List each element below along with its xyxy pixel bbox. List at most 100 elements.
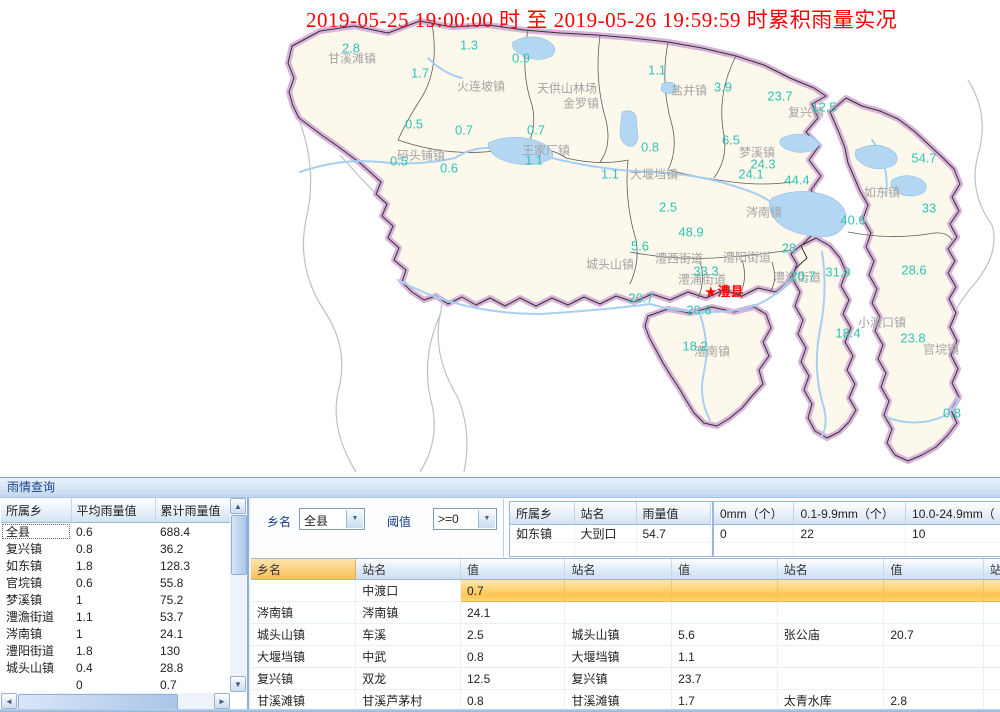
cell[interactable]: 涔南镇 [1,625,71,642]
cell[interactable]: 0.4 [71,659,155,676]
cell[interactable] [884,646,984,668]
column-header[interactable]: 站名 [574,502,636,525]
column-header[interactable]: 站名 [356,559,461,580]
scrollbar-thumb[interactable] [231,515,247,575]
table-row[interactable]: 城头山镇车溪2.5城头山镇5.6张公庙20.7 [251,624,1000,646]
cell[interactable] [884,668,984,690]
table-row[interactable]: 澧阳街道1.8130 [1,642,230,659]
scroll-right-icon[interactable]: ► [214,693,230,709]
table-row[interactable]: 复兴镇双龙12.5复兴镇23.7 [251,668,1000,690]
cell[interactable] [983,624,1000,646]
cell[interactable]: 1 [71,591,155,608]
column-header[interactable]: 站 [983,559,1000,580]
table-row[interactable]: 02210 [714,525,1000,543]
cell[interactable]: 中武 [356,646,461,668]
cell[interactable]: 0.7 [460,580,565,602]
cell[interactable]: 36.2 [155,540,230,557]
table-row[interactable]: 如东镇1.8128.3 [1,557,230,574]
column-header[interactable]: 值 [884,559,984,580]
table-row[interactable]: 如东镇大剅口54.7 [510,525,710,543]
cell[interactable]: 城头山镇 [1,659,71,676]
cell[interactable]: 大堰垱镇 [565,646,672,668]
cell[interactable] [672,602,778,624]
cell[interactable] [251,580,356,602]
cell[interactable]: 54.7 [636,525,710,543]
cell[interactable]: 0.8 [71,540,155,557]
cell[interactable]: 1 [71,625,155,642]
cell[interactable]: 城头山镇 [251,624,356,646]
cell[interactable]: 如东镇 [510,525,574,543]
cell[interactable]: 10 [906,525,1000,543]
cell[interactable] [983,668,1000,690]
column-header[interactable]: 值 [672,559,778,580]
cell[interactable] [983,602,1000,624]
cell[interactable] [574,543,636,558]
cell[interactable]: 24.1 [460,602,565,624]
cell[interactable]: 22 [794,525,906,543]
column-header[interactable]: 站名 [777,559,884,580]
chevron-down-icon[interactable]: ▼ [346,510,363,528]
table-row[interactable]: 全县0.6688.4 [1,523,230,541]
table-row[interactable]: 梦溪镇175.2 [1,591,230,608]
cell[interactable]: 688.4 [155,523,230,541]
cell[interactable]: 0.8 [460,646,565,668]
table-row[interactable]: 涔南镇124.1 [1,625,230,642]
column-header[interactable]: 累计雨量值 [155,498,230,523]
cell[interactable] [714,543,794,558]
cell[interactable]: 0.7 [155,676,230,693]
cell[interactable] [672,580,778,602]
cell[interactable]: 0.6 [71,574,155,591]
threshold-select[interactable]: >=0 ▼ [433,508,497,530]
column-header[interactable]: 所属乡 [1,498,71,523]
cell[interactable]: 0 [714,525,794,543]
cell[interactable]: 75.2 [155,591,230,608]
table-row[interactable]: 00.7 [1,676,230,693]
table-row[interactable]: 中渡口0.7 [251,580,1000,602]
cell[interactable] [777,668,884,690]
cell[interactable]: 复兴镇 [1,540,71,557]
cell[interactable] [1,676,71,693]
cell[interactable] [794,543,906,558]
cell[interactable]: 复兴镇 [251,668,356,690]
cell[interactable] [777,580,884,602]
cell[interactable]: 1.1 [672,646,778,668]
column-header[interactable]: 所属乡 [510,502,574,525]
cell[interactable]: 20.7 [884,624,984,646]
cell[interactable]: 0 [71,676,155,693]
cell[interactable]: 130 [155,642,230,659]
cell[interactable]: 24.1 [155,625,230,642]
cell[interactable]: 53.7 [155,608,230,625]
cell[interactable] [565,602,672,624]
scroll-left-icon[interactable]: ◄ [1,693,17,709]
cell[interactable]: 23.7 [672,668,778,690]
cell[interactable]: 大堰垱镇 [251,646,356,668]
column-header[interactable]: 平均雨量值 [71,498,155,523]
cell[interactable]: 28.8 [155,659,230,676]
cell[interactable]: 澧澹街道 [1,608,71,625]
cell[interactable]: 车溪 [356,624,461,646]
table-row[interactable] [714,543,1000,558]
cell[interactable]: 涔南镇 [356,602,461,624]
column-header[interactable]: 值 [460,559,565,580]
cell[interactable] [906,543,1000,558]
cell[interactable]: 涔南镇 [251,602,356,624]
vertical-scrollbar[interactable]: ▲ ▼ [230,498,247,692]
cell[interactable]: 1.1 [71,608,155,625]
cell[interactable]: 55.8 [155,574,230,591]
cell[interactable] [884,580,984,602]
cell[interactable]: 城头山镇 [565,624,672,646]
cell[interactable] [983,646,1000,668]
cell[interactable]: 12.5 [460,668,565,690]
table-row[interactable] [510,543,710,558]
column-header[interactable]: 乡名 [251,559,356,580]
column-header[interactable]: 0.1-9.9mm（个） [794,502,906,525]
table-row[interactable]: 大堰垱镇中武0.8大堰垱镇1.1 [251,646,1000,668]
column-header[interactable]: 0mm（个） [714,502,794,525]
cell[interactable]: 复兴镇 [565,668,672,690]
scrollbar-thumb[interactable] [18,694,178,710]
township-select[interactable]: 全县 ▼ [299,508,365,530]
cell[interactable]: 128.3 [155,557,230,574]
scroll-up-icon[interactable]: ▲ [230,498,246,514]
column-header[interactable]: 站名 [565,559,672,580]
table-row[interactable]: 涔南镇涔南镇24.1 [251,602,1000,624]
